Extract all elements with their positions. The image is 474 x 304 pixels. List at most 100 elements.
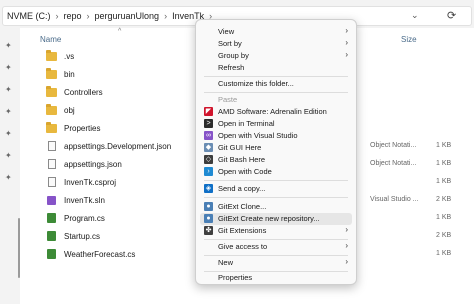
- column-size[interactable]: Size: [401, 35, 417, 44]
- file-name: .vs: [64, 52, 75, 61]
- menu-item-paste: Paste: [200, 94, 352, 106]
- pin-icon: ✦: [5, 151, 12, 160]
- menu-label: GitExt Create new repository...: [218, 214, 320, 223]
- json-file-icon: [48, 141, 56, 151]
- file-size: 1 KB: [436, 250, 452, 257]
- chevron-right-icon: ›: [164, 11, 168, 21]
- breadcrumb-drive[interactable]: NVME (C:): [7, 11, 51, 21]
- chevron-right-icon: ›: [345, 38, 348, 47]
- folder-icon: [46, 86, 57, 97]
- git-bash-icon: ◇: [204, 155, 213, 164]
- menu-separator: [204, 255, 348, 256]
- pin-icon: ✦: [5, 63, 12, 72]
- folder-icon: [46, 104, 57, 115]
- breadcrumb-repo[interactable]: repo: [64, 11, 82, 21]
- file-name: Startup.cs: [64, 232, 101, 241]
- chevron-right-icon: ›: [345, 50, 348, 59]
- json-file-icon: [48, 159, 56, 169]
- file-size: 2 KB: [436, 196, 452, 203]
- vscode-icon: ›: [204, 167, 213, 176]
- menu-separator: [204, 180, 348, 181]
- column-name[interactable]: Name: [40, 35, 61, 44]
- menu-label: Group by: [218, 51, 249, 60]
- chevron-right-icon: ›: [345, 225, 348, 234]
- file-size: 1 KB: [436, 142, 452, 149]
- menu-item-amd[interactable]: ◤ AMD Software: Adrenalin Edition: [200, 106, 352, 118]
- file-type: Visual Studio ...: [370, 196, 419, 203]
- file-name: InvenTk.sln: [64, 196, 105, 205]
- file-name: obj: [64, 106, 75, 115]
- chevron-right-icon: ›: [345, 257, 348, 266]
- file-name: WeatherForecast.cs: [64, 250, 136, 259]
- terminal-icon: >: [204, 119, 213, 128]
- cs-file-icon: [47, 213, 56, 223]
- menu-label: Git Bash Here: [218, 155, 266, 164]
- gitext-icon: ●: [204, 202, 213, 211]
- chevron-down-icon[interactable]: ⌄: [411, 10, 419, 21]
- menu-label: Refresh: [218, 63, 245, 72]
- context-menu: View › Sort by › Group by › Refresh Cust…: [195, 19, 357, 285]
- menu-item-terminal[interactable]: > Open in Terminal: [200, 118, 352, 130]
- menu-item-vscode[interactable]: › Open with Code: [200, 166, 352, 178]
- pin-icon: ✦: [5, 173, 12, 182]
- menu-item-group-by[interactable]: Group by ›: [200, 50, 352, 62]
- pin-icon: ✦: [5, 129, 12, 138]
- chevron-right-icon: ›: [345, 241, 348, 250]
- sln-file-icon: [47, 196, 56, 205]
- navigation-pane: ✦ ✦ ✦ ✦ ✦ ✦ ✦: [0, 28, 20, 304]
- sort-up-icon: ^: [118, 28, 122, 35]
- menu-item-refresh[interactable]: Refresh: [200, 62, 352, 74]
- gitext-icon: ●: [204, 214, 213, 223]
- file-name: appsettings.Development.json: [64, 142, 172, 151]
- menu-label: Properties: [218, 273, 253, 282]
- menu-item-view[interactable]: View ›: [200, 26, 352, 38]
- file-name: bin: [64, 70, 75, 79]
- menu-item-send-copy[interactable]: ◈ Send a copy...: [200, 183, 352, 195]
- menu-item-gitext-clone[interactable]: ● GitExt Clone...: [200, 201, 352, 213]
- menu-label: Open with Visual Studio: [218, 131, 298, 140]
- menu-item-git-bash[interactable]: ◇ Git Bash Here: [200, 154, 352, 166]
- menu-label: View: [218, 27, 235, 36]
- file-size: 1 KB: [436, 178, 452, 185]
- git-gui-icon: ◆: [204, 143, 213, 152]
- amd-icon: ◤: [204, 107, 213, 116]
- menu-label: Sort by: [218, 39, 242, 48]
- git-extensions-icon: ✤: [204, 226, 213, 235]
- menu-label: Git Extensions: [218, 226, 267, 235]
- folder-icon: [46, 68, 57, 79]
- menu-item-customize[interactable]: Customize this folder...: [200, 78, 352, 90]
- menu-label: Customize this folder...: [218, 79, 294, 88]
- visual-studio-icon: ∞: [204, 131, 213, 140]
- menu-item-git-gui[interactable]: ◆ Git GUI Here: [200, 142, 352, 154]
- menu-label: GitExt Clone...: [218, 202, 267, 211]
- pin-icon: ✦: [5, 41, 12, 50]
- menu-item-gitext-create[interactable]: ● GitExt Create new repository...: [200, 213, 352, 225]
- file-size: 1 KB: [436, 214, 452, 221]
- menu-label: Open in Terminal: [218, 119, 275, 128]
- file-name: Program.cs: [64, 214, 105, 223]
- menu-item-give-access[interactable]: Give access to ›: [200, 241, 352, 253]
- file-type: Object Notati...: [370, 160, 417, 167]
- pin-icon: ✦: [5, 107, 12, 116]
- pin-icon: ✦: [5, 85, 12, 94]
- file-size: 2 KB: [436, 232, 452, 239]
- menu-item-sort-by[interactable]: Sort by ›: [200, 38, 352, 50]
- breadcrumb-perguruan[interactable]: perguruanUlong: [95, 11, 160, 21]
- menu-item-properties[interactable]: Properties: [200, 272, 352, 284]
- folder-icon: [46, 122, 57, 133]
- file-name: Controllers: [64, 88, 103, 97]
- refresh-icon[interactable]: ⟳: [447, 9, 456, 22]
- csproj-file-icon: [48, 177, 56, 187]
- dropbox-icon: ◈: [204, 184, 213, 193]
- menu-item-git-extensions[interactable]: ✤ Git Extensions ›: [200, 225, 352, 237]
- chevron-right-icon: ›: [55, 11, 59, 21]
- chevron-right-icon: ›: [86, 11, 90, 21]
- menu-item-visual-studio[interactable]: ∞ Open with Visual Studio: [200, 130, 352, 142]
- folder-icon: [46, 50, 57, 61]
- menu-item-new[interactable]: New ›: [200, 257, 352, 269]
- chevron-right-icon: ›: [345, 26, 348, 35]
- menu-label: Open with Code: [218, 167, 272, 176]
- file-name: InvenTk.csproj: [64, 178, 117, 187]
- file-name: appsettings.json: [64, 160, 122, 169]
- menu-label: New: [218, 258, 234, 267]
